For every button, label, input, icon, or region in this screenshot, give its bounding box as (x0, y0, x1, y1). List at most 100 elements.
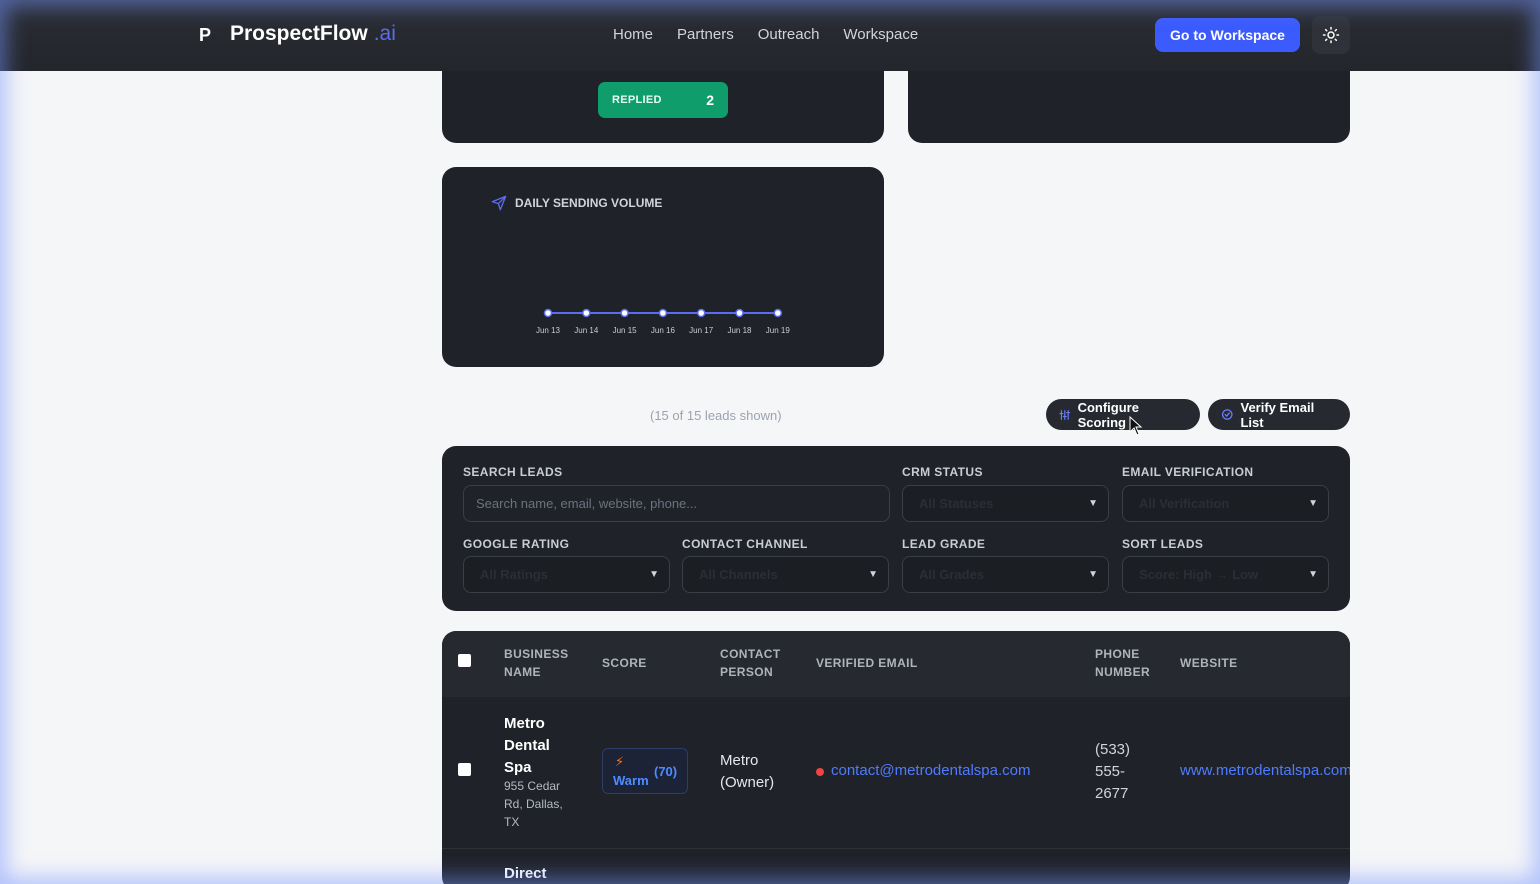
lead-grade-value: All Grades (919, 567, 985, 582)
configure-scoring-button[interactable]: Configure Scoring (1046, 399, 1200, 430)
contact-line: Metro (720, 752, 759, 769)
crm-status-select[interactable]: All Statuses ▼ (902, 485, 1109, 522)
email-verification-select[interactable]: All Verification ▼ (1122, 485, 1329, 522)
sun-icon (1322, 26, 1340, 44)
chevron-down-icon: ▼ (1308, 498, 1318, 509)
row-checkbox[interactable] (458, 763, 471, 776)
brand-logo-letter: P (199, 25, 212, 45)
theme-toggle-button[interactable] (1312, 16, 1350, 54)
search-leads-input[interactable]: Search name, email, website, phone... (463, 485, 890, 522)
crm-status-label: CRM STATUS (902, 465, 983, 479)
header-contact-line2: PERSON (720, 665, 774, 679)
contact-person: Metro (Owner) (720, 750, 774, 794)
brand-logo[interactable]: ProspectFlow .ai (230, 22, 396, 46)
nav-link-outreach[interactable]: Outreach (758, 26, 820, 43)
nav-link-partners[interactable]: Partners (677, 26, 734, 43)
nav-link-workspace[interactable]: Workspace (843, 26, 918, 43)
address-line: TX (504, 815, 520, 829)
header-business-name[interactable]: BUSINESS NAME (504, 645, 569, 681)
header-phone-number[interactable]: PHONE NUMBER (1095, 645, 1150, 681)
nav-link-home[interactable]: Home (613, 26, 653, 43)
email-status-dot (816, 768, 824, 776)
chevron-down-icon: ▼ (868, 569, 878, 580)
data-point[interactable] (658, 308, 668, 318)
score-tier: Warm (613, 773, 649, 788)
chevron-down-icon: ▼ (1088, 498, 1098, 509)
data-point[interactable] (773, 308, 783, 318)
replied-count: 2 (706, 92, 714, 108)
x-tick-label: Jun 13 (536, 326, 561, 335)
sort-leads-select[interactable]: Score: High → Low ▼ (1122, 556, 1329, 593)
sort-leads-label: SORT LEADS (1122, 537, 1204, 551)
leads-count: (15 of 15 leads shown) (650, 408, 782, 423)
go-to-workspace-button[interactable]: Go to Workspace (1155, 18, 1300, 52)
google-rating-value: All Ratings (480, 567, 548, 582)
header-phone-line2: NUMBER (1095, 665, 1151, 679)
row-divider (442, 848, 1350, 849)
verify-email-list-button[interactable]: Verify Email List (1208, 399, 1350, 430)
data-point[interactable] (696, 308, 706, 318)
header-business-line1: BUSINESS (504, 647, 569, 661)
data-point[interactable] (543, 308, 553, 318)
data-point[interactable] (582, 308, 591, 318)
replied-status-pill: REPLIED 2 (598, 82, 728, 118)
contact-channel-value: All Channels (699, 567, 778, 582)
chevron-down-icon: ▼ (649, 569, 659, 580)
verified-email-link[interactable]: contact@metrodentalspa.com (831, 762, 1031, 779)
phone-line: (533) (1095, 741, 1131, 758)
brand-suffix: .ai (373, 22, 396, 45)
x-tick-label: Jun 17 (689, 326, 714, 335)
google-rating-select[interactable]: All Ratings ▼ (463, 556, 670, 593)
check-circle-icon (1221, 409, 1233, 420)
x-tick-label: Jun 15 (613, 326, 638, 335)
business-name: Metro Dental Spa (504, 713, 574, 779)
crm-status-value: All Statuses (919, 496, 994, 511)
leads-table: BUSINESS NAME SCORE CONTACT PERSON VERIF… (442, 631, 1350, 884)
email-verification-value: All Verification (1139, 496, 1230, 511)
x-tick-label: Jun 16 (651, 326, 676, 335)
lightning-icon: ⚡ (615, 754, 625, 769)
verify-email-label: Verify Email List (1240, 399, 1315, 430)
mouse-cursor-icon (1129, 416, 1143, 436)
x-tick-label: Jun 19 (766, 326, 791, 335)
brand-name: ProspectFlow (230, 22, 368, 45)
business-name-line: Spa (504, 759, 532, 776)
daily-volume-card: DAILY SENDING VOLUME Jun 13 Jun 14 Jun 15 J… (442, 167, 884, 367)
phone-number: (533) 555- 2677 (1095, 739, 1155, 805)
address-line: Rd, Dallas, (504, 797, 563, 811)
header-contact-person[interactable]: CONTACT PERSON (720, 645, 781, 681)
header-website[interactable]: WEBSITE (1180, 654, 1237, 672)
chevron-down-icon: ▼ (1088, 569, 1098, 580)
daily-volume-chart: Jun 13 Jun 14 Jun 15 Jun 16 Jun 17 Jun 18 Jun … (536, 308, 791, 335)
header-business-line2: NAME (504, 665, 541, 679)
score-value: (70) (654, 764, 678, 779)
header-verified-email[interactable]: VERIFIED EMAIL (816, 654, 918, 672)
google-rating-label: GOOGLE RATING (463, 537, 570, 551)
header-score[interactable]: SCORE (602, 654, 647, 672)
select-all-checkbox[interactable] (458, 654, 471, 667)
data-point[interactable] (620, 308, 629, 318)
sort-leads-value: Score: High → Low (1139, 567, 1259, 582)
contact-line: (Owner) (720, 774, 775, 791)
email-verification-label: EMAIL VERIFICATION (1122, 465, 1254, 479)
website-link[interactable]: www.metrodentalspa.com (1180, 762, 1350, 779)
phone-line: 2677 (1095, 785, 1129, 802)
phone-line: 555- (1095, 763, 1126, 780)
contact-channel-select[interactable]: All Channels ▼ (682, 556, 889, 593)
lead-filters-panel: SEARCH LEADS Search name, email, website… (442, 446, 1350, 611)
top-navbar: P ProspectFlow .ai Home Partners Outreach… (0, 0, 1540, 71)
score-badge[interactable]: ⚡ Warm (70) (602, 748, 688, 794)
header-contact-line1: CONTACT (720, 647, 781, 661)
lead-grade-select[interactable]: All Grades ▼ (902, 556, 1109, 593)
search-leads-label: SEARCH LEADS (463, 465, 563, 479)
replied-label: REPLIED (612, 94, 662, 106)
data-point[interactable] (735, 308, 744, 318)
business-name: Direct (504, 865, 547, 882)
business-name-line: Dental (504, 737, 550, 754)
address-line: 955 Cedar (504, 779, 561, 793)
contact-channel-label: CONTACT CHANNEL (682, 537, 808, 551)
table-header: BUSINESS NAME SCORE CONTACT PERSON VERIF… (442, 631, 1350, 697)
business-address: 955 Cedar Rd, Dallas, TX (504, 777, 574, 831)
lead-grade-label: LEAD GRADE (902, 537, 986, 551)
sliders-icon (1059, 409, 1071, 420)
